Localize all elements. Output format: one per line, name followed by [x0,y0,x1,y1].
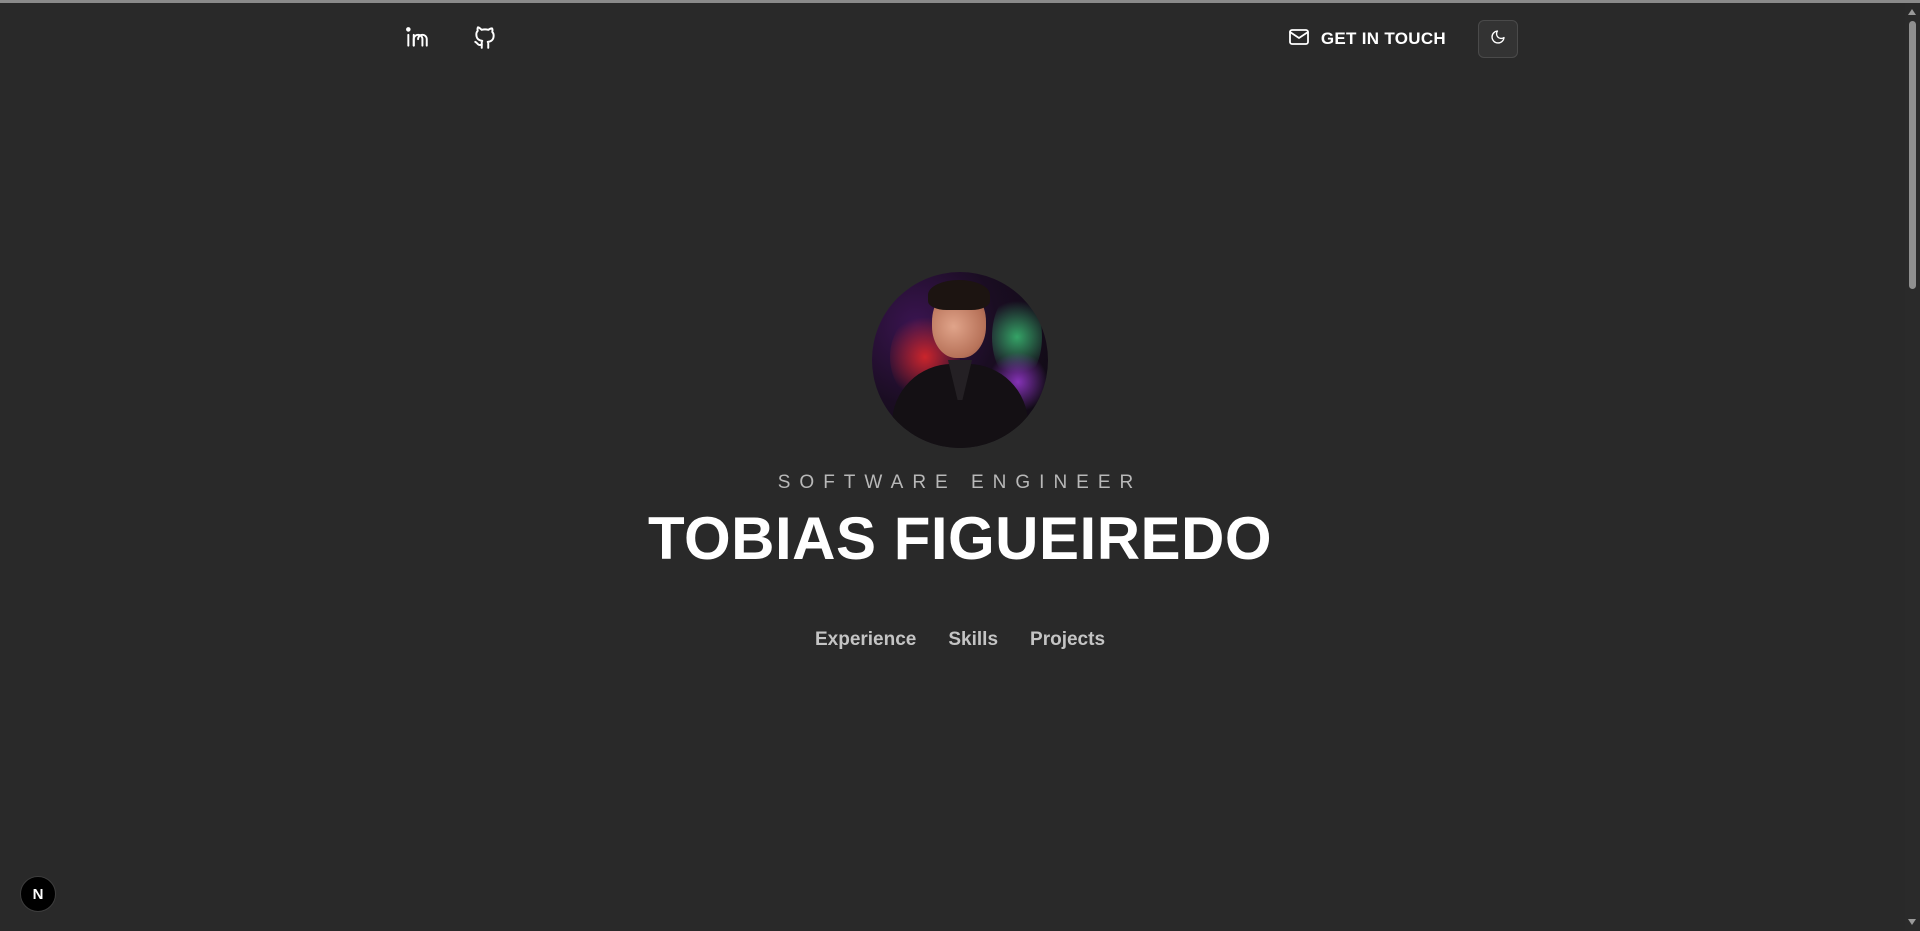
get-in-touch-label: GET IN TOUCH [1320,29,1446,48]
github-icon [472,24,498,55]
profile-avatar [872,272,1048,448]
nav-link-projects[interactable]: Projects [1030,629,1105,651]
person-name: TOBIAS FIGUEIREDO [647,505,1273,572]
scrollbar-thumb[interactable] [1909,21,1916,289]
page-scrollbar[interactable] [1905,3,1920,931]
top-border [0,0,1920,3]
linkedin-link[interactable] [400,22,434,56]
nextjs-dev-badge[interactable]: N [20,876,56,912]
moon-icon [1490,29,1506,50]
site-header: GET IN TOUCH [390,20,1518,58]
linkedin-icon [404,24,430,55]
job-title: SOFTWARE ENGINEER [777,472,1143,493]
scroll-down-arrow-icon[interactable] [1908,919,1916,925]
get-in-touch-button[interactable]: GET IN TOUCH [1287,24,1446,54]
theme-toggle-button[interactable] [1478,20,1518,58]
hero-section: SOFTWARE ENGINEER TOBIAS FIGUEIREDO Expe… [0,272,1920,651]
nextjs-logo-icon: N [32,885,44,903]
scroll-up-arrow-icon[interactable] [1908,9,1916,15]
nav-link-experience[interactable]: Experience [815,629,916,651]
github-link[interactable] [468,22,502,56]
nav-link-skills[interactable]: Skills [948,629,998,651]
mail-icon [1287,25,1311,54]
section-nav: Experience Skills Projects [0,629,1920,651]
